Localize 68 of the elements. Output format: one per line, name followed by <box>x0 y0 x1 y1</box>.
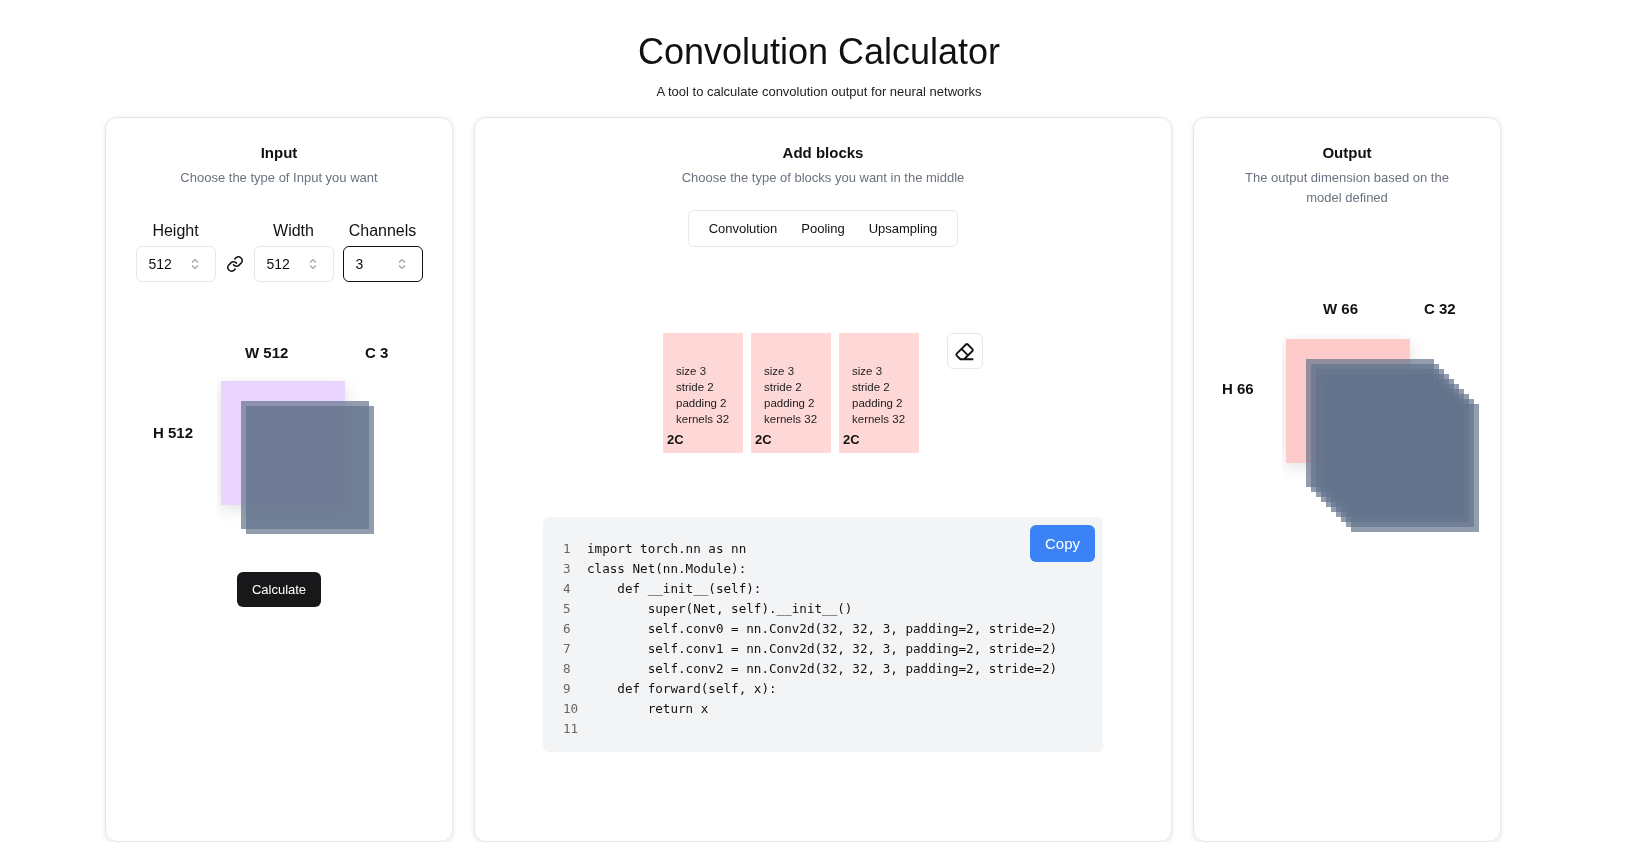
line-number: 6 <box>563 620 572 638</box>
panel-subtitle: Choose the type of Input you want <box>180 169 378 187</box>
spinner-icon[interactable] <box>397 258 406 270</box>
width-label: W 512 <box>245 344 289 361</box>
block-param: kernels 32 <box>676 412 731 427</box>
code-line: def forward(self, x): <box>616 680 777 698</box>
height-label: H 66 <box>1222 380 1254 397</box>
line-number: 9 <box>563 680 572 698</box>
field-label: Width <box>273 222 314 240</box>
line-number: 1 <box>563 540 572 558</box>
code-line: import torch.nn as nn <box>587 540 747 558</box>
channels-label: C 3 <box>365 344 389 361</box>
code-line: class Net(nn.Module): <box>587 560 747 578</box>
field-label: Channels <box>348 222 417 240</box>
block-param: stride 2 <box>764 380 803 395</box>
block-param: kernels 32 <box>764 412 819 427</box>
block-tag: 2C <box>755 432 827 447</box>
panel-title: Output <box>1322 144 1372 161</box>
code-line: self.conv0 = nn.Conv2d(32, 32, 3, padding=2, stride=2) <box>646 620 1058 638</box>
block-param: size 3 <box>764 364 796 379</box>
field-label: Height <box>152 222 199 240</box>
line-number: 8 <box>563 660 572 678</box>
line-number: 3 <box>563 560 572 578</box>
number-field[interactable]: 512 <box>135 246 216 282</box>
block-tag: 2C <box>667 432 739 447</box>
line-number: 7 <box>563 640 572 658</box>
block-param: padding 2 <box>676 396 728 411</box>
block-type-tab[interactable]: Upsampling <box>856 214 950 243</box>
page-title: Convolution Calculator <box>637 32 1001 72</box>
eraser-icon <box>954 340 976 362</box>
conv-block[interactable]: size 3 stride 2 padding 2 kernels 32 2C <box>839 333 919 453</box>
block-type-tab[interactable]: Convolution <box>696 214 790 243</box>
number-field[interactable]: 3 <box>342 246 423 282</box>
width-label: W 66 <box>1323 300 1358 317</box>
link-toggle[interactable] <box>224 254 245 274</box>
calculate-button[interactable]: Calculate <box>236 572 322 607</box>
block-param: padding 2 <box>764 396 816 411</box>
line-number: 10 <box>563 700 580 718</box>
block-param: size 3 <box>676 364 708 379</box>
code-line: self.conv2 = nn.Conv2d(32, 32, 3, padding=2, stride=2) <box>646 660 1058 678</box>
copy-button[interactable]: Copy <box>1029 525 1095 562</box>
page-subtitle: A tool to calculate convolution output for neural networks <box>656 84 982 99</box>
panel-subtitle: The output dimension based on the model defined <box>1244 169 1450 207</box>
spinner-icon[interactable] <box>308 258 317 270</box>
block-param: size 3 <box>852 364 884 379</box>
block-param: padding 2 <box>852 396 904 411</box>
line-number: 4 <box>563 580 572 598</box>
conv-block[interactable]: size 3 stride 2 padding 2 kernels 32 2C <box>751 333 831 453</box>
panel-title: Add blocks <box>782 144 864 161</box>
line-number: 5 <box>563 600 572 618</box>
code-line: def __init__(self): <box>616 580 762 598</box>
panel-title: Input <box>260 144 298 161</box>
code-line: super(Net, self).__init__() <box>646 600 853 618</box>
height-label: H 512 <box>153 424 194 441</box>
block-type-tab[interactable]: Pooling <box>789 214 857 243</box>
number-field[interactable]: 512 <box>253 246 334 282</box>
block-tag: 2C <box>843 432 915 447</box>
channels-label: C 32 <box>1424 300 1456 317</box>
block-param: stride 2 <box>852 380 891 395</box>
code-line: self.conv1 = nn.Conv2d(32, 32, 3, padding=2, stride=2) <box>646 640 1058 658</box>
panel-subtitle: Choose the type of blocks you want in the middle <box>681 169 965 187</box>
block-param: kernels 32 <box>852 412 907 427</box>
clear-button[interactable] <box>947 333 983 369</box>
line-number: 11 <box>563 720 580 738</box>
spinner-icon[interactable] <box>190 258 199 270</box>
code-line: return x <box>646 700 709 718</box>
conv-block[interactable]: size 3 stride 2 padding 2 kernels 32 2C <box>663 333 743 453</box>
block-param: stride 2 <box>676 380 715 395</box>
